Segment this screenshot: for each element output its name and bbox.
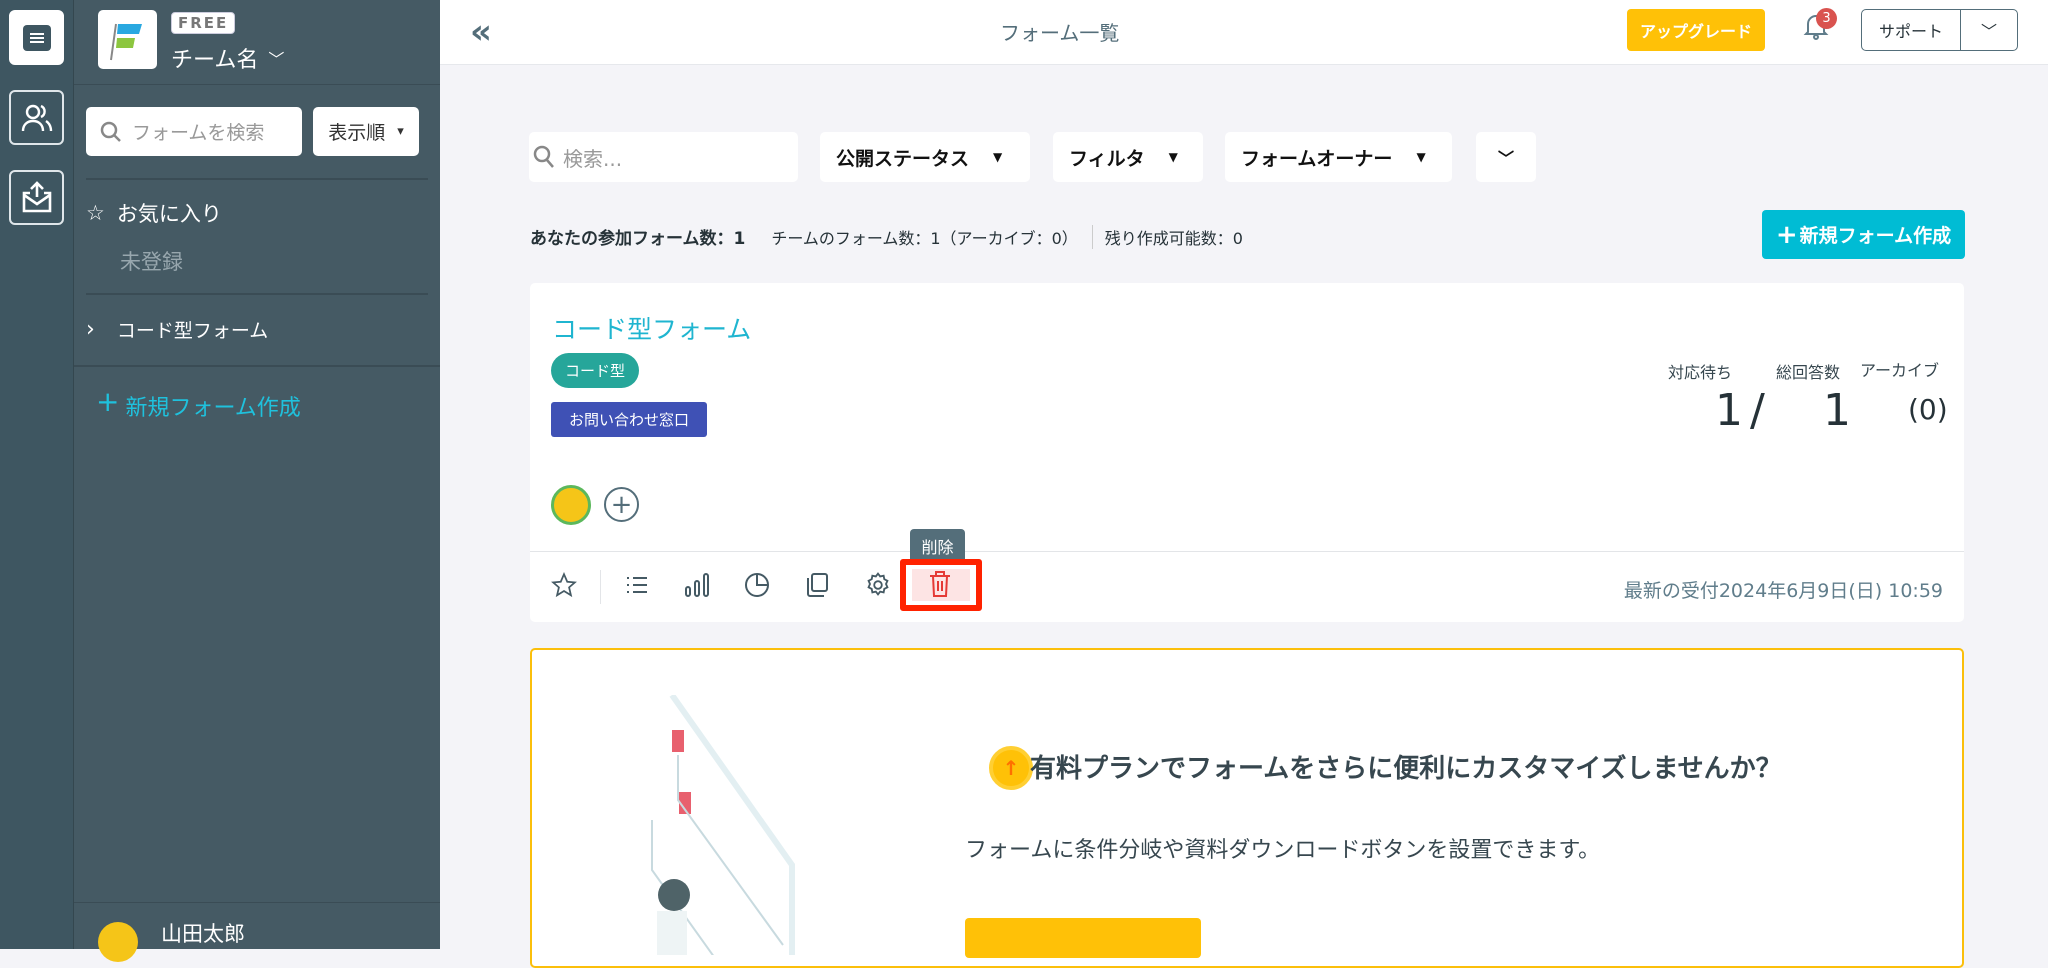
team-form-count: チームのフォーム数：1（アーカイブ：0） (771, 228, 1078, 248)
new-form-button[interactable]: + 新規フォーム作成 (1762, 210, 1965, 259)
sort-label: 表示順 (328, 122, 386, 144)
icon-rail (0, 0, 74, 949)
filter-dropdown[interactable]: フィルタ ▼ (1053, 132, 1203, 182)
latest-received: 最新の受付2024年6月9日(日) 10:59 (1623, 580, 1943, 602)
user-name: 山田太郎 (161, 922, 245, 946)
search-placeholder: 検索... (563, 146, 623, 171)
form-type-tag: コード型 (551, 353, 640, 388)
copy-icon[interactable] (802, 570, 832, 600)
participating-count: あなたの参加フォーム数：1 (530, 229, 746, 249)
pending-value: 1 (1715, 385, 1743, 436)
team-name: チーム名 (171, 48, 259, 73)
search-icon (100, 121, 121, 142)
search-input[interactable]: 検索... (529, 132, 798, 182)
pending-label: 対応待ち (1668, 363, 1733, 382)
new-form-label: 新規フォーム作成 (1799, 225, 1952, 247)
gear-icon[interactable] (863, 570, 893, 600)
plus-icon: + (1775, 219, 1798, 250)
favorites-section[interactable]: ☆ お気に入り (86, 198, 222, 228)
upgrade-promo-card: ↑ 有料プランでフォームをさらに便利にカスタマイズしませんか？ フォームに条件分… (530, 648, 1964, 968)
caret-down-icon: ▼ (1168, 150, 1178, 164)
remaining-count: 残り作成可能数：0 (1091, 224, 1243, 249)
folder-item[interactable]: › コード型フォーム (86, 316, 268, 343)
search-placeholder: フォームを検索 (132, 122, 265, 144)
upgrade-button[interactable]: アップグレード (1627, 9, 1765, 51)
sidebar: FREE チーム名 ﹀ フォームを検索 表示順 ▾ ☆ お気に入り 未登録 › コード型… (74, 0, 440, 962)
header: « フォーム一覧 アップグレード 3 サポート ﹀ (440, 0, 2048, 65)
new-form-label: 新規フォーム作成 (125, 396, 301, 421)
chevron-right-icon: › (86, 317, 95, 342)
sidebar-search-input[interactable]: フォームを検索 (86, 107, 302, 156)
pie-chart-icon[interactable] (742, 570, 772, 600)
favorite-star-icon[interactable] (549, 570, 579, 600)
member-avatar[interactable] (551, 485, 591, 525)
notification-badge: 3 (1816, 8, 1837, 29)
delete-highlight (900, 559, 982, 611)
chevron-down-icon: ﹀ (268, 50, 285, 69)
slash-separator: / (1750, 385, 1765, 436)
caret-down-icon: ▼ (993, 150, 1003, 164)
list-icon[interactable] (622, 570, 652, 600)
favorites-empty: 未登録 (120, 250, 183, 274)
total-value: 1 (1823, 385, 1851, 436)
category-tag: お問い合わせ窓口 (551, 402, 708, 437)
page-title: フォーム一覧 (1000, 21, 1120, 45)
owner-filter-dropdown[interactable]: フォームオーナー ▼ (1225, 132, 1452, 182)
support-button-group: サポート ﹀ (1861, 9, 2018, 51)
total-label: 総回答数 (1776, 363, 1841, 382)
form-list-icon[interactable] (9, 10, 64, 65)
archive-label: アーカイブ (1860, 361, 1940, 380)
status-filter-label: 公開ステータス (836, 147, 970, 170)
promo-description: フォームに条件分岐や資料ダウンロードボタンを設置できます。 (965, 838, 1601, 863)
chevron-down-icon: ﹀ (1497, 149, 1514, 168)
inbox-export-icon[interactable] (9, 170, 64, 225)
support-button[interactable]: サポート (1862, 10, 1961, 50)
form-stats: あなたの参加フォーム数：1 チームのフォーム数：1（アーカイブ：0） 残り作成可… (530, 224, 1243, 249)
status-filter-dropdown[interactable]: 公開ステータス ▼ (820, 132, 1030, 182)
collapse-sidebar-icon[interactable]: « (470, 12, 492, 52)
notification-button[interactable]: 3 (1802, 8, 1838, 42)
folder-label: コード型フォーム (116, 320, 269, 342)
chevron-down-icon: ▾ (397, 124, 404, 139)
promo-title: 有料プランでフォームをさらに便利にカスタマイズしませんか？ (1030, 754, 1782, 784)
support-dropdown-chevron-icon[interactable]: ﹀ (1961, 10, 2017, 50)
user-avatar[interactable] (98, 922, 138, 962)
delete-tooltip: 削除 (910, 529, 965, 563)
caret-down-icon: ▼ (1416, 150, 1426, 164)
promo-illustration (612, 693, 812, 968)
app-logo (98, 10, 157, 69)
team-switcher[interactable]: チーム名 ﹀ (171, 42, 284, 74)
promo-cta-button[interactable] (965, 918, 1201, 958)
trash-icon[interactable] (928, 569, 952, 603)
plan-badge: FREE (171, 12, 236, 34)
add-member-button[interactable]: + (604, 487, 639, 522)
plus-icon: + (96, 385, 120, 418)
bar-chart-icon[interactable] (682, 570, 712, 600)
more-options-dropdown[interactable]: ﹀ (1476, 132, 1536, 182)
form-title-link[interactable]: コード型フォーム (552, 310, 751, 346)
filter-label: フィルタ (1069, 147, 1145, 170)
search-icon (533, 145, 554, 168)
owner-filter-label: フォームオーナー (1241, 147, 1393, 170)
users-icon[interactable] (9, 90, 64, 145)
sort-select[interactable]: 表示順 ▾ (313, 107, 419, 156)
archive-value: (0) (1908, 393, 1948, 426)
star-icon: ☆ (86, 201, 105, 225)
upgrade-coin-icon: ↑ (989, 746, 1033, 790)
favorites-label: お気に入り (116, 202, 222, 226)
sidebar-new-form-link[interactable]: + 新規フォーム作成 (96, 385, 301, 422)
